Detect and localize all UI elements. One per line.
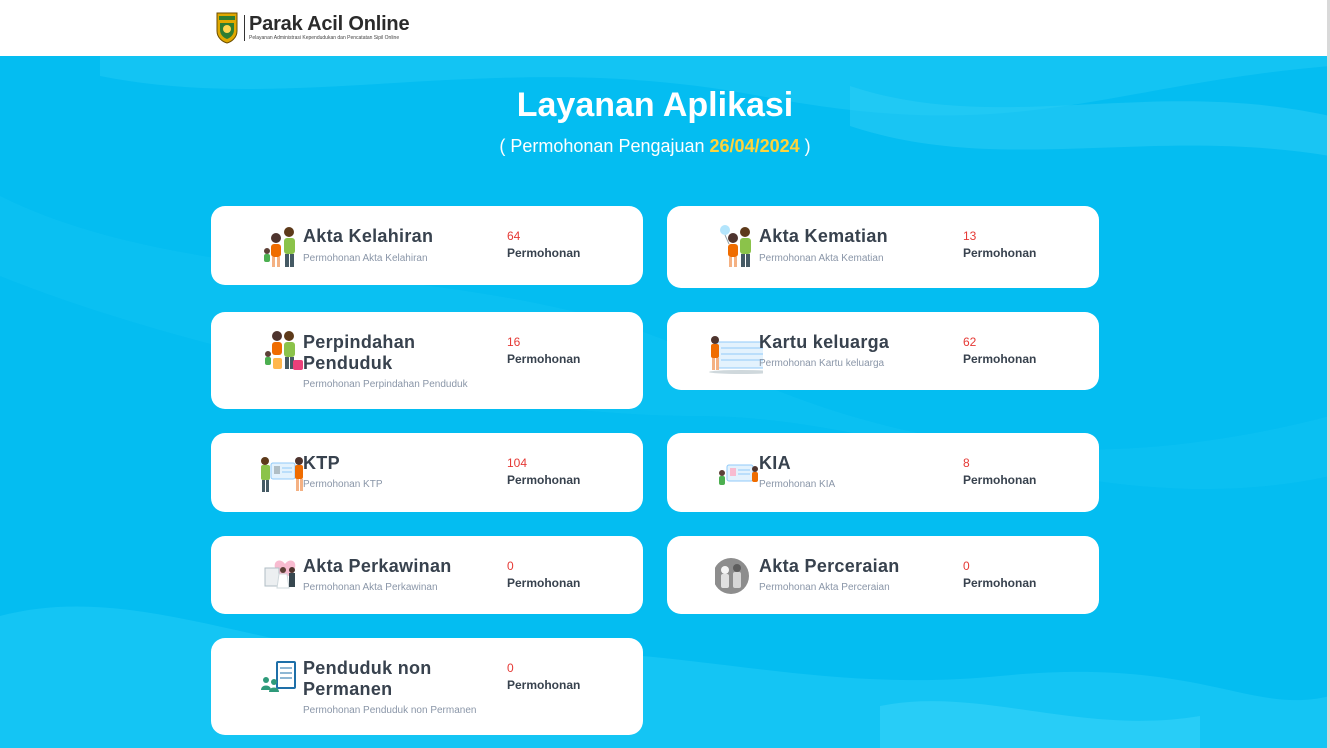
service-count: 64 xyxy=(507,229,521,243)
service-description: Permohonan Kartu keluarga xyxy=(759,358,885,369)
service-count-unit: Permohonan xyxy=(507,576,581,590)
service-card-akta-perkawinan[interactable]: Akta Perkawinan Permohonan Akta Perkawin… xyxy=(211,536,643,614)
submission-date: 26/04/2024 xyxy=(709,136,800,156)
service-count: 8 xyxy=(963,456,970,470)
service-description: Permohonan Akta Kematian xyxy=(759,253,884,264)
service-count-unit: Permohonan xyxy=(963,576,1037,590)
service-count-unit: Permohonan xyxy=(507,352,581,366)
top-navbar: Parak Acil Online Pelayanan Administrasi… xyxy=(0,0,1330,56)
service-card-akta-perceraian[interactable]: Akta Perceraian Permohonan Akta Percerai… xyxy=(667,536,1099,614)
service-description: Permohonan Perpindahan Penduduk xyxy=(303,379,468,390)
id-card-icon xyxy=(261,457,303,492)
divorce-icon xyxy=(715,558,749,594)
subtitle-prefix: ( Permohonan Pengajuan xyxy=(499,136,710,156)
service-description: Permohonan Akta Perceraian xyxy=(759,582,890,593)
service-description: Permohonan KIA xyxy=(759,479,836,490)
service-count: 0 xyxy=(507,559,514,573)
service-title: KIA xyxy=(759,453,791,473)
service-count-unit: Permohonan xyxy=(507,246,581,260)
family-card-icon xyxy=(709,336,763,374)
service-count: 0 xyxy=(507,661,514,675)
service-card-akta-kematian[interactable]: Akta Kematian Permohonan Akta Kematian 1… xyxy=(667,206,1099,288)
service-title: Akta Kematian xyxy=(759,226,888,246)
page-title: Layanan Aplikasi xyxy=(516,86,794,124)
subtitle-suffix: ) xyxy=(799,136,811,156)
service-count-unit: Permohonan xyxy=(963,352,1037,366)
service-title: Akta Kelahiran xyxy=(303,226,434,246)
service-title: Penduduk non Permanen xyxy=(303,658,432,699)
service-card-perpindahan-penduduk[interactable]: Perpindahan Penduduk Permohonan Perpinda… xyxy=(211,312,643,409)
service-title: Kartu keluarga xyxy=(759,332,890,352)
service-count: 16 xyxy=(507,335,521,349)
family-icon xyxy=(264,227,295,267)
service-count: 62 xyxy=(963,335,977,349)
logo-title: Parak Acil Online xyxy=(249,12,410,35)
background-waves xyxy=(0,56,1330,748)
moving-family-icon xyxy=(265,331,303,370)
service-title: Akta Perkawinan xyxy=(303,556,452,576)
document-people-icon xyxy=(261,661,296,692)
service-title: Perpindahan Penduduk xyxy=(303,332,416,373)
family-balloon-icon xyxy=(720,225,751,267)
service-title: KTP xyxy=(303,453,340,473)
service-count-unit: Permohonan xyxy=(507,678,581,692)
service-description: Permohonan KTP xyxy=(303,479,383,490)
service-count: 13 xyxy=(963,229,977,243)
service-count-unit: Permohonan xyxy=(963,473,1037,487)
regional-emblem-icon xyxy=(216,12,238,44)
service-title: Akta Perceraian xyxy=(759,556,900,576)
service-card-akta-kelahiran[interactable]: Akta Kelahiran Permohonan Akta Kelahiran… xyxy=(211,206,643,285)
service-card-kartu-keluarga[interactable]: Kartu keluarga Permohonan Kartu keluarga… xyxy=(667,312,1099,390)
page-subtitle: ( Permohonan Pengajuan 26/04/2024 ) xyxy=(0,136,1310,157)
service-description: Permohonan Akta Perkawinan xyxy=(303,582,438,593)
service-card-penduduk-non-permanen[interactable]: Penduduk non Permanen Permohonan Pendudu… xyxy=(211,638,643,735)
logo-subtitle: Pelayanan Administrasi Kependudukan dan … xyxy=(249,34,400,41)
service-count-unit: Permohonan xyxy=(507,473,581,487)
wedding-icon xyxy=(264,560,296,589)
child-id-card-icon xyxy=(719,464,758,485)
logo-divider xyxy=(244,14,245,41)
service-count: 104 xyxy=(507,456,528,470)
service-count-unit: Permohonan xyxy=(963,246,1037,260)
site-logo[interactable]: Parak Acil Online Pelayanan Administrasi… xyxy=(215,11,410,44)
service-count: 0 xyxy=(963,559,970,573)
service-description: Permohonan Akta Kelahiran xyxy=(303,253,428,264)
service-description: Permohonan Penduduk non Permanen xyxy=(303,705,477,716)
service-card-ktp[interactable]: KTP Permohonan KTP 104 Permohonan xyxy=(211,433,643,512)
service-card-kia[interactable]: KIA Permohonan KIA 8 Permohonan xyxy=(667,433,1099,512)
